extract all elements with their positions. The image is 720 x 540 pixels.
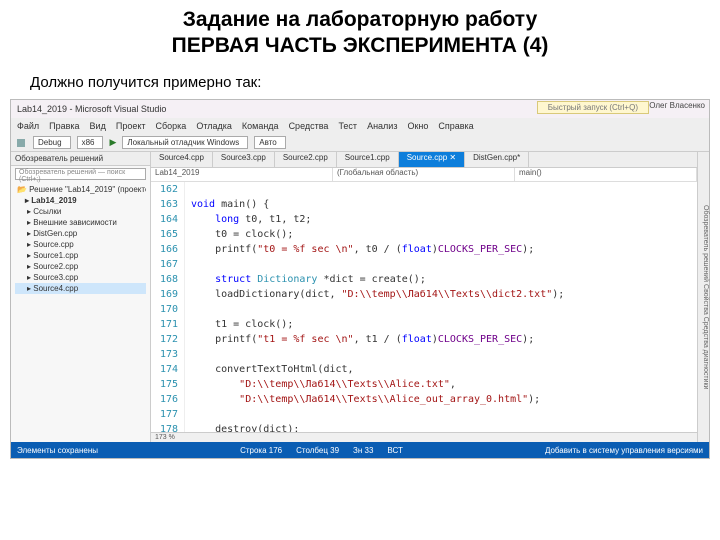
menu-item[interactable]: Сборка: [156, 121, 187, 131]
editor-tabs: Source4.cppSource3.cppSource2.cppSource1…: [151, 152, 697, 168]
code-lines[interactable]: void main() { long t0, t1, t2; t0 = cloc…: [185, 182, 697, 432]
project-node[interactable]: ▸ Lab14_2019: [15, 195, 146, 206]
status-bar: Элементы сохранены Строка 176 Столбец 39…: [11, 442, 709, 458]
menu-item[interactable]: Вид: [90, 121, 106, 131]
platform-select[interactable]: x86: [77, 136, 104, 149]
slide-title: Задание на лабораторную работу: [0, 0, 720, 34]
vs-window: Lab14_2019 - Microsoft Visual Studio Быс…: [10, 99, 710, 459]
editor-tab[interactable]: Source4.cpp: [151, 152, 213, 167]
tree-item[interactable]: ▸ Source3.cpp: [15, 272, 146, 283]
menu-item[interactable]: Файл: [17, 121, 39, 131]
tree-item[interactable]: ▸ Source1.cpp: [15, 250, 146, 261]
scope-region[interactable]: (Глобальная область): [333, 168, 515, 181]
solution-explorer: Обозреватель решений Обозреватель решени…: [11, 152, 151, 442]
menu-item[interactable]: Проект: [116, 121, 146, 131]
scope-project[interactable]: Lab14_2019: [151, 168, 333, 181]
editor-tab[interactable]: Source1.cpp: [337, 152, 399, 167]
mode-select[interactable]: Авто: [254, 136, 285, 149]
menu-item[interactable]: Средства: [289, 121, 329, 131]
tree-item[interactable]: ▸ Source4.cpp: [15, 283, 146, 294]
status-left: Элементы сохранены: [17, 446, 98, 455]
menu-item[interactable]: Отладка: [196, 121, 232, 131]
user-label: Олег Власенко: [649, 101, 705, 110]
editor-footer: 173 %: [151, 432, 697, 442]
menu-item[interactable]: Команда: [242, 121, 279, 131]
tree-item[interactable]: ▸ Внешние зависимости: [15, 217, 146, 228]
tree-item[interactable]: ▸ Ссылки: [15, 206, 146, 217]
close-icon[interactable]: ✕: [447, 153, 456, 162]
scope-function[interactable]: main(): [515, 168, 697, 181]
main-menu: Файл Правка Вид Проект Сборка Отладка Команда С…: [11, 118, 709, 134]
status-right[interactable]: Добавить в систему управления версиями: [545, 446, 703, 455]
solution-explorer-header: Обозреватель решений: [11, 152, 150, 166]
code-editor[interactable]: 162 163 164 165 166 167 168 169 170 171 …: [151, 182, 697, 432]
toolbar: Debug x86 ▶ Локальный отладчик Windows А…: [11, 134, 709, 152]
zoom-level[interactable]: 173 %: [155, 434, 175, 441]
right-tool-tabs[interactable]: Обозреватель решений Свойства Средства д…: [697, 152, 709, 442]
config-select[interactable]: Debug: [33, 136, 71, 149]
status-mode: ВСТ: [387, 446, 402, 455]
debugger-select[interactable]: Локальный отладчик Windows: [122, 136, 248, 149]
editor-area: Source4.cppSource3.cppSource2.cppSource1…: [151, 152, 697, 442]
status-char: Зн 33: [353, 446, 373, 455]
menu-item[interactable]: Правка: [49, 121, 79, 131]
menu-item[interactable]: Справка: [438, 121, 473, 131]
tree-item[interactable]: ▸ Source.cpp: [15, 239, 146, 250]
editor-tab[interactable]: Source3.cpp: [213, 152, 275, 167]
toolbar-icon[interactable]: [17, 139, 25, 147]
status-col: Столбец 39: [296, 446, 339, 455]
slide-subtitle: ПЕРВАЯ ЧАСТЬ ЭКСПЕРИМЕНТА (4): [0, 34, 720, 68]
editor-tab[interactable]: DistGen.cpp*: [465, 152, 529, 167]
editor-tab[interactable]: Source.cpp ✕: [399, 152, 465, 167]
solution-root[interactable]: 📂 Решение "Lab14_2019" (проектов: 1): [15, 184, 146, 195]
line-gutter: 162 163 164 165 166 167 168 169 170 171 …: [151, 182, 185, 432]
tree-item[interactable]: ▸ DistGen.cpp: [15, 228, 146, 239]
menu-item[interactable]: Анализ: [367, 121, 397, 131]
tree-item[interactable]: ▸ Source2.cpp: [15, 261, 146, 272]
quick-launch-input[interactable]: Быстрый запуск (Ctrl+Q): [537, 101, 649, 114]
solution-tree: 📂 Решение "Lab14_2019" (проектов: 1)▸ La…: [11, 182, 150, 296]
editor-tab[interactable]: Source2.cpp: [275, 152, 337, 167]
scope-bar: Lab14_2019 (Глобальная область) main(): [151, 168, 697, 182]
solution-search-input[interactable]: Обозреватель решений — поиск (Ctrl+;): [15, 168, 146, 180]
slide-caption: Должно получится примерно так:: [0, 68, 720, 99]
status-line: Строка 176: [240, 446, 282, 455]
menu-item[interactable]: Тест: [338, 121, 357, 131]
menu-item[interactable]: Окно: [407, 121, 428, 131]
